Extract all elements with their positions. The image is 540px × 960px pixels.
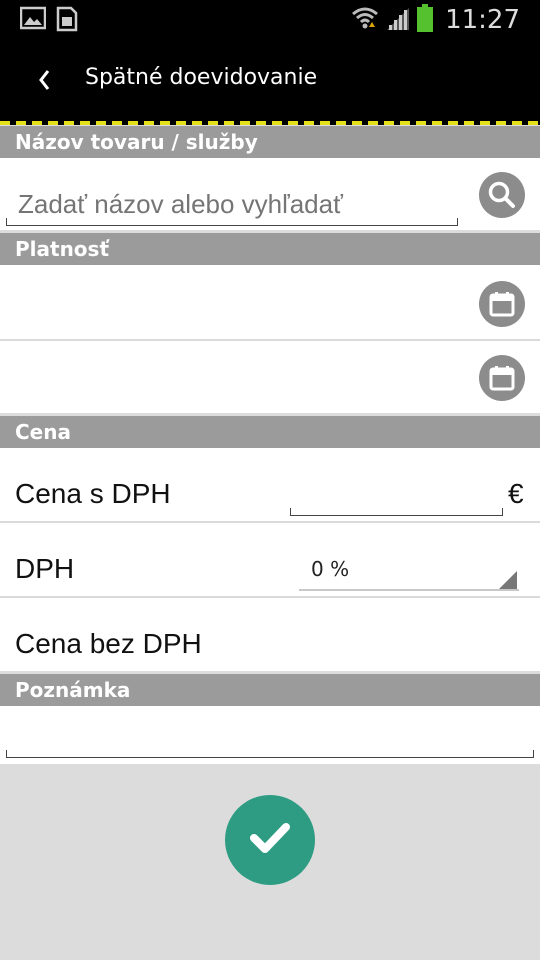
price-input-underline: [290, 508, 503, 516]
vat-label: DPH: [15, 553, 75, 584]
note-input-underline: [6, 750, 534, 758]
action-bar: Spätné doevidovanie: [0, 38, 540, 124]
price-with-vat-input[interactable]: [294, 476, 494, 512]
page-title: Spätné doevidovanie: [85, 65, 318, 90]
chevron-left-icon[interactable]: [34, 65, 56, 95]
hazard-stripe: [0, 121, 540, 125]
price-without-vat-row: Cena bez DPH: [0, 598, 540, 671]
section-header-price: Cena: [0, 416, 540, 448]
calendar-icon[interactable]: [479, 281, 525, 327]
section-header-validity: Platnosť: [0, 233, 540, 265]
dropdown-triangle-icon: [499, 571, 517, 589]
checkmark-icon: [249, 821, 291, 859]
currency-symbol: €: [508, 478, 524, 509]
product-row: [0, 158, 540, 230]
vat-select-underline: [299, 589, 519, 591]
search-icon[interactable]: [479, 172, 525, 218]
signal-icon: [385, 5, 411, 35]
vat-select-value: 0 %: [311, 557, 350, 581]
product-input-underline: [6, 218, 458, 226]
price-without-vat-label: Cena bez DPH: [15, 628, 202, 659]
note-row: [0, 706, 540, 764]
battery-icon: [417, 4, 434, 36]
validity-from-row[interactable]: [0, 265, 540, 339]
section-header-note: Poznámka: [0, 674, 540, 706]
section-header-product: Názov tovaru / služby: [0, 126, 540, 158]
wifi-icon: [351, 5, 379, 35]
price-with-vat-row: Cena s DPH €: [0, 448, 540, 521]
vat-row: DPH 0 %: [0, 523, 540, 596]
price-with-vat-label: Cena s DPH: [15, 478, 171, 509]
confirm-button[interactable]: [225, 795, 315, 885]
clock: 11:27: [445, 5, 520, 35]
status-bar: 11:27: [0, 0, 540, 38]
vat-select[interactable]: 0 %: [299, 557, 519, 591]
calendar-icon[interactable]: [479, 355, 525, 401]
note-input[interactable]: [14, 714, 524, 754]
validity-to-row[interactable]: [0, 341, 540, 413]
sim-card-icon: [56, 6, 78, 36]
image-icon: [19, 6, 47, 36]
